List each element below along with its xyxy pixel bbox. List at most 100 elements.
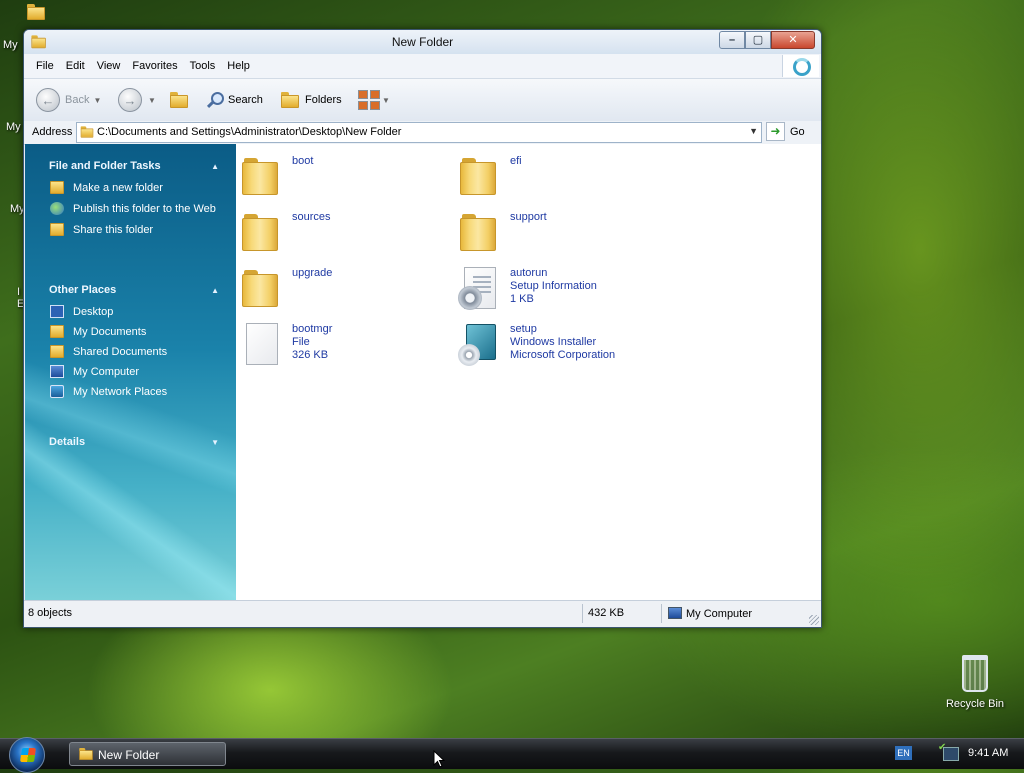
forward-dropdown-icon[interactable]: ▼: [148, 96, 156, 105]
windows-logo-icon: [20, 748, 36, 762]
throbber-icon: [793, 58, 811, 76]
menu-help[interactable]: Help: [221, 54, 256, 78]
section-header-details[interactable]: Details ▼: [49, 436, 219, 448]
network-tray-icon[interactable]: [938, 742, 959, 761]
forward-button[interactable]: → ▼: [118, 79, 156, 121]
place-label: My Computer: [73, 366, 140, 378]
file-item-upgrade[interactable]: upgrade: [236, 260, 436, 312]
folders-icon: [281, 92, 299, 108]
documents-folder-icon: [50, 325, 64, 338]
file-list: boot efi sources support upgrade autorun…: [236, 144, 821, 600]
file-item-boot[interactable]: boot: [236, 148, 436, 200]
section-header-file-tasks[interactable]: File and Folder Tasks ▲: [49, 160, 219, 172]
menu-favorites[interactable]: Favorites: [126, 54, 183, 78]
taskbar-button-new-folder[interactable]: New Folder: [69, 742, 226, 766]
maximize-button[interactable]: ▢: [745, 31, 771, 49]
taskbar: New Folder EN 9:41 AM: [0, 737, 1024, 773]
file-type: Setup Information: [510, 280, 597, 292]
window-title: New Folder: [391, 35, 454, 49]
file-name: upgrade: [292, 267, 333, 279]
file-icon: [242, 322, 280, 365]
mouse-cursor-icon: [433, 750, 445, 768]
file-type: File: [292, 336, 310, 348]
up-button[interactable]: [170, 79, 188, 121]
file-item-efi[interactable]: efi: [454, 148, 654, 200]
explorer-window: New Folder – ▢ ✕ File Edit View Favorites To…: [23, 29, 822, 628]
share-folder-icon: [50, 223, 64, 236]
other-places-section: Other Places ▲ Desktop My Documents Shar…: [49, 284, 219, 399]
folders-button[interactable]: Folders: [281, 79, 342, 121]
recycle-bin-label: Recycle Bin: [945, 698, 1005, 710]
close-icon: ✕: [788, 34, 798, 46]
recycle-bin[interactable]: Recycle Bin: [942, 655, 1008, 710]
folder-icon: [242, 270, 280, 308]
section-title: Details: [49, 436, 86, 448]
go-button[interactable]: ➜ Go: [766, 122, 805, 141]
place-shared-documents[interactable]: Shared Documents: [49, 345, 219, 359]
views-icon: [358, 90, 380, 110]
place-label: Desktop: [73, 306, 114, 318]
folder-icon: [242, 214, 280, 252]
back-arrow-icon: ←: [36, 88, 60, 112]
folder-icon: [460, 158, 498, 196]
section-header-other-places[interactable]: Other Places ▲: [49, 284, 219, 296]
folder-icon: [80, 126, 94, 138]
minimize-icon: –: [728, 34, 736, 46]
address-label: Address: [32, 126, 73, 138]
file-item-bootmgr[interactable]: bootmgr File 326 KB: [236, 316, 436, 368]
menu-tools[interactable]: Tools: [184, 54, 222, 78]
place-my-documents[interactable]: My Documents: [49, 325, 219, 339]
clock[interactable]: 9:41 AM: [968, 747, 1008, 759]
folder-icon: [27, 4, 45, 20]
file-details: autorun Setup Information 1 KB: [510, 267, 597, 306]
close-button[interactable]: ✕: [771, 31, 815, 49]
resize-grip[interactable]: [809, 615, 819, 625]
folder-icon: [79, 748, 93, 760]
place-my-network-places[interactable]: My Network Places: [49, 385, 219, 399]
menu-view[interactable]: View: [91, 54, 127, 78]
file-item-setup[interactable]: setup Windows Installer Microsoft Corpor…: [454, 316, 654, 368]
file-item-support[interactable]: support: [454, 204, 654, 256]
installer-icon: [458, 322, 498, 366]
back-dropdown-icon[interactable]: ▼: [93, 96, 101, 105]
file-size: 326 KB: [292, 349, 329, 361]
search-icon: [207, 92, 224, 108]
file-item-sources[interactable]: sources: [236, 204, 436, 256]
menu-edit[interactable]: Edit: [60, 54, 91, 78]
language-indicator[interactable]: EN: [895, 746, 912, 760]
shared-folder-icon: [50, 345, 64, 358]
file-name: sources: [292, 211, 331, 223]
file-name: support: [510, 211, 547, 223]
desktop-icon-my-documents[interactable]: My: [3, 39, 18, 51]
desktop-icon-top[interactable]: [26, 4, 46, 28]
back-button[interactable]: ← Back ▼: [36, 79, 101, 121]
windows-logo-throbber: [782, 55, 819, 77]
desktop-icon-my-computer[interactable]: My: [6, 121, 21, 133]
title-bar[interactable]: New Folder – ▢ ✕: [24, 30, 821, 55]
place-my-computer[interactable]: My Computer: [49, 365, 219, 379]
maximize-icon: ▢: [752, 34, 764, 46]
details-section: Details ▼: [49, 436, 219, 448]
task-make-new-folder[interactable]: Make a new folder: [49, 181, 219, 195]
minimize-button[interactable]: –: [719, 31, 745, 49]
address-input[interactable]: C:\Documents and Settings\Administrator\…: [76, 122, 762, 143]
expand-icon[interactable]: ▼: [211, 438, 219, 447]
file-item-autorun[interactable]: autorun Setup Information 1 KB: [454, 260, 654, 312]
network-icon: [50, 385, 64, 398]
task-label: Make a new folder: [73, 182, 163, 194]
task-publish-folder[interactable]: Publish this folder to the Web: [49, 202, 219, 216]
task-label: Share this folder: [73, 224, 154, 236]
status-size: 432 KB: [588, 607, 625, 619]
place-desktop[interactable]: Desktop: [49, 305, 219, 319]
collapse-icon[interactable]: ▲: [211, 162, 219, 171]
address-dropdown-icon[interactable]: ▼: [749, 126, 758, 136]
file-size: 1 KB: [510, 293, 534, 305]
views-button[interactable]: ▼: [358, 79, 390, 121]
menu-file[interactable]: File: [30, 54, 60, 78]
collapse-icon[interactable]: ▲: [211, 286, 219, 295]
status-divider: [661, 604, 662, 623]
search-button[interactable]: Search: [207, 79, 263, 121]
task-share-folder[interactable]: Share this folder: [49, 223, 219, 237]
forward-arrow-icon: →: [118, 88, 142, 112]
search-label: Search: [228, 94, 263, 106]
